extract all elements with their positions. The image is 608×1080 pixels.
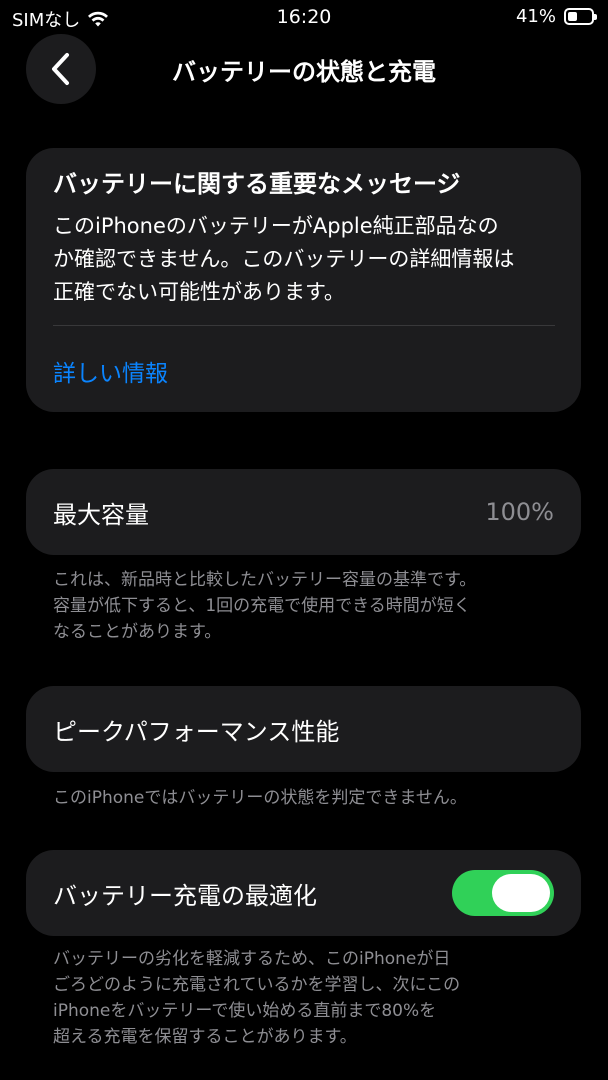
peak-performance-label: ピークパフォーマンス性能 <box>53 717 340 746</box>
page-title: バッテリーの状態と充電 <box>172 58 436 86</box>
optimized-charging-label: バッテリー充電の最適化 <box>53 881 317 910</box>
note-line: ごろどのように充電されているかを学習し、次にこの <box>53 975 461 995</box>
battery-health-screen: SIMなし 16:20 41% バッテリーの状態と充電 バッテリーに関する重要な… <box>0 0 608 1080</box>
message-body-line: 正確でない可能性があります。 <box>53 280 345 304</box>
peak-performance-note: このiPhoneではバッテリーの状態を判定できません。 <box>53 785 553 811</box>
battery-percent: 41% <box>515 6 556 27</box>
message-title: バッテリーに関する重要なメッセージ <box>53 170 461 198</box>
message-body-line: このiPhoneのバッテリーがApple純正部品なの <box>53 214 499 238</box>
battery-fill <box>568 12 577 21</box>
message-body: このiPhoneのバッテリーがApple純正部品なの か確認できません。このバッ… <box>53 210 555 309</box>
max-capacity-note: これは、新品時と比較したバッテリー容量の基準です。 容量が低下すると、1回の充電… <box>53 567 553 645</box>
note-line: これは、新品時と比較したバッテリー容量の基準です。 <box>53 570 477 590</box>
battery-icon <box>564 8 597 25</box>
note-line: iPhoneをバッテリーで使い始める直前まで80%を <box>53 1001 437 1021</box>
max-capacity-row: 最大容量 100% <box>26 469 581 555</box>
optimized-charging-note: バッテリーの劣化を軽減するため、このiPhoneが日 ごろどのように充電されてい… <box>53 946 553 1050</box>
status-right: 41% <box>515 6 597 27</box>
optimized-charging-row: バッテリー充電の最適化 <box>26 850 581 936</box>
note-line: バッテリーの劣化を軽減するため、このiPhoneが日 <box>53 949 451 969</box>
note-line: 容量が低下すると、1回の充電で使用できる時間が短く <box>53 596 471 616</box>
peak-performance-row: ピークパフォーマンス性能 <box>26 686 581 772</box>
max-capacity-value: 100% <box>485 498 554 526</box>
note-line: 超える充電を保留することがあります。 <box>53 1027 357 1047</box>
max-capacity-label: 最大容量 <box>53 500 149 529</box>
optimized-charging-toggle[interactable] <box>452 870 554 916</box>
important-message-card: バッテリーに関する重要なメッセージ このiPhoneのバッテリーがApple純正… <box>26 148 581 412</box>
status-bar: SIMなし 16:20 41% <box>0 0 608 36</box>
more-info-link[interactable]: 詳しい情報 <box>53 354 555 388</box>
note-line: このiPhoneではバッテリーの状態を判定できません。 <box>53 788 467 808</box>
divider <box>53 325 555 326</box>
toggle-knob <box>492 874 550 912</box>
message-body-line: か確認できません。このバッテリーの詳細情報は <box>53 247 515 271</box>
note-line: なることがあります。 <box>53 622 222 642</box>
